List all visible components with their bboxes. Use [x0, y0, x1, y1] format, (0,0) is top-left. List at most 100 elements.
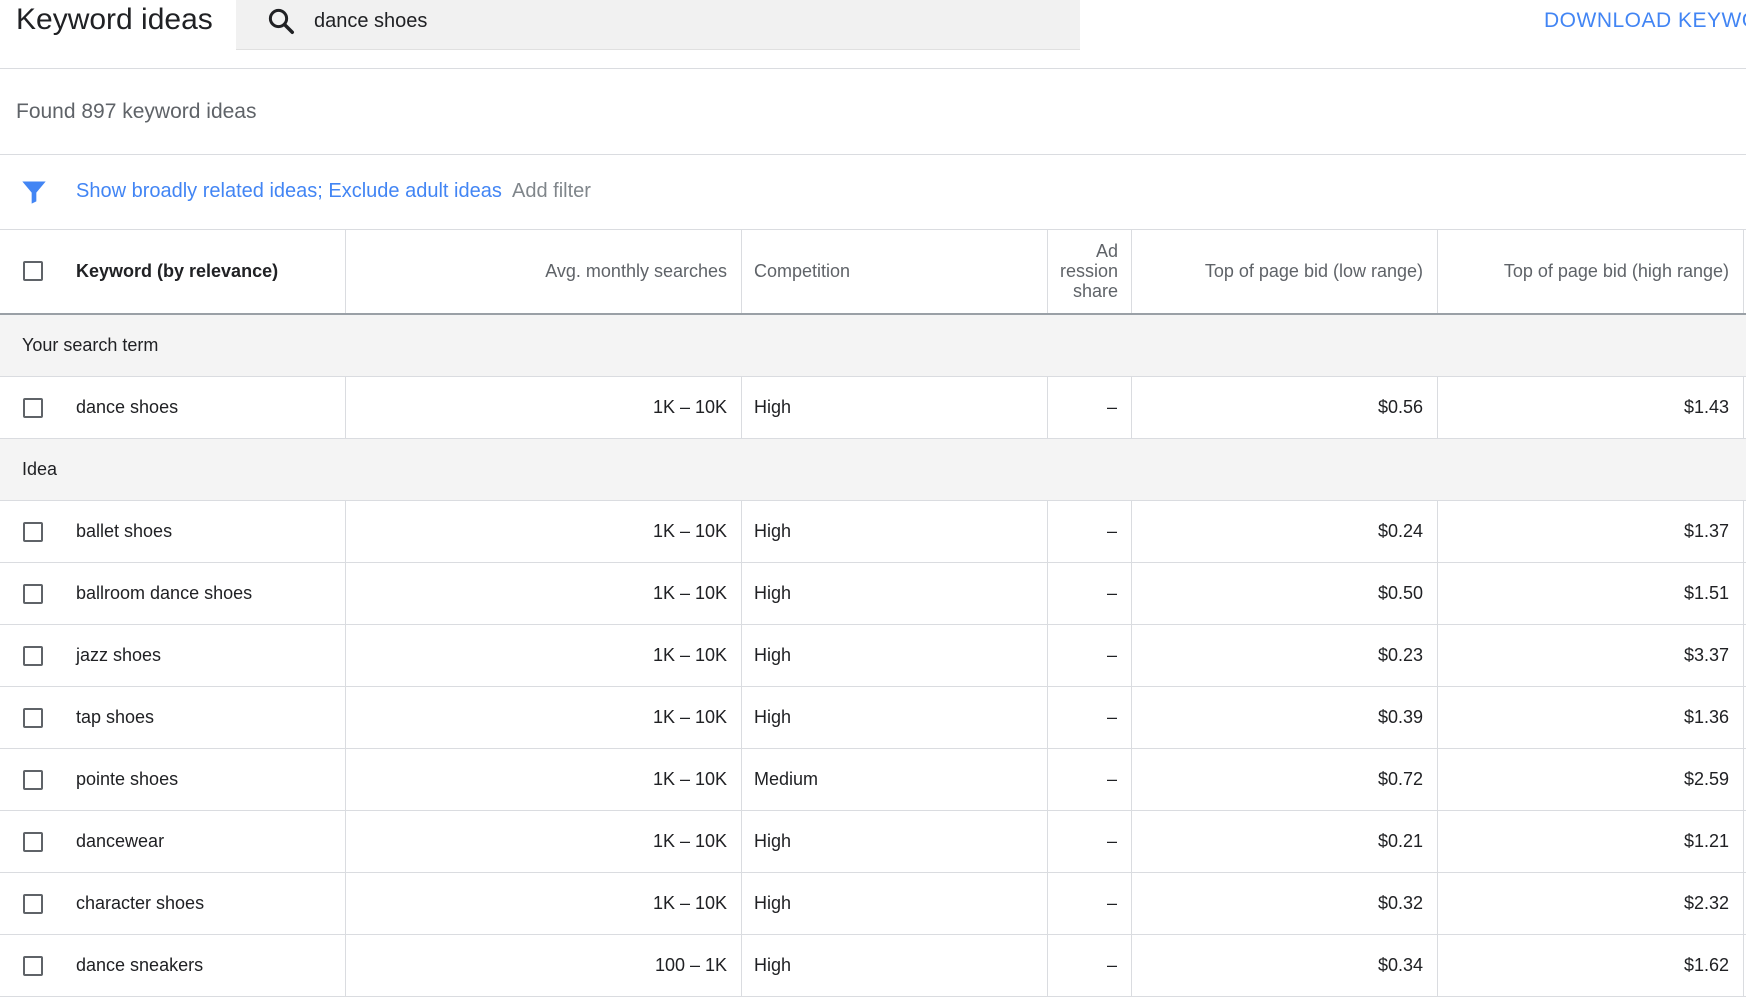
ad-impression-share-cell: –: [1047, 501, 1131, 562]
column-header-bid-low[interactable]: Top of page bid (low range): [1131, 229, 1437, 313]
bid-low-cell: $0.34: [1131, 935, 1437, 996]
column-header-ad-line-2: ression: [1059, 261, 1118, 281]
table-row[interactable]: pointe shoes 1K – 10K Medium – $0.72 $2.59: [0, 749, 1746, 811]
bid-high-cell: $3.37: [1437, 625, 1743, 686]
keyword-text: ballet shoes: [76, 521, 173, 541]
column-header-ad-line-3: share: [1072, 281, 1118, 301]
bid-high-cell: $1.21: [1437, 811, 1743, 872]
table-header: Keyword (by relevance) Avg. monthly sear…: [0, 229, 1746, 315]
column-header-keyword-label: Keyword (by relevance): [76, 260, 279, 281]
row-checkbox[interactable]: [23, 397, 43, 418]
ad-impression-share-cell: –: [1047, 377, 1131, 438]
ad-impression-share-cell: –: [1047, 935, 1131, 996]
row-checkbox[interactable]: [23, 645, 43, 666]
avg-monthly-searches-cell: 1K – 10K: [345, 563, 741, 624]
keyword-text: tap shoes: [76, 707, 155, 727]
keyword-cell: dance shoes: [0, 377, 345, 438]
competition-cell: High: [741, 687, 1047, 748]
competition-cell: High: [741, 563, 1047, 624]
row-checkbox[interactable]: [23, 955, 43, 976]
ad-impression-share-cell: –: [1047, 873, 1131, 934]
table-row[interactable]: ballet shoes 1K – 10K High – $0.24 $1.37: [0, 501, 1746, 563]
competition-cell: High: [741, 377, 1047, 438]
avg-monthly-searches-cell: 1K – 10K: [345, 687, 741, 748]
keyword-text: dancewear: [76, 831, 165, 851]
keyword-cell: character shoes: [0, 873, 345, 934]
search-box[interactable]: [236, 0, 1080, 50]
keyword-text: dance shoes: [76, 397, 179, 417]
column-header-bid-high[interactable]: Top of page bid (high range): [1437, 229, 1743, 313]
table-row[interactable]: tap shoes 1K – 10K High – $0.39 $1.36: [0, 687, 1746, 749]
bid-high-cell: $2.59: [1437, 749, 1743, 810]
table-row[interactable]: dance sneakers 100 – 1K High – $0.34 $1.62: [0, 935, 1746, 997]
row-checkbox[interactable]: [23, 769, 43, 790]
competition-cell: High: [741, 935, 1047, 996]
avg-monthly-searches-cell: 1K – 10K: [345, 377, 741, 438]
avg-monthly-searches-cell: 100 – 1K: [345, 935, 741, 996]
keyword-text: pointe shoes: [76, 769, 179, 789]
keyword-cell: dancewear: [0, 811, 345, 872]
competition-cell: High: [741, 873, 1047, 934]
avg-monthly-searches-cell: 1K – 10K: [345, 501, 741, 562]
group-label: Idea: [22, 459, 58, 479]
table-row[interactable]: character shoes 1K – 10K High – $0.32 $2.32: [0, 873, 1746, 935]
keyword-text: ballroom dance shoes: [76, 583, 253, 603]
ad-impression-share-cell: –: [1047, 749, 1131, 810]
avg-monthly-searches-cell: 1K – 10K: [345, 811, 741, 872]
bid-high-cell: $1.37: [1437, 501, 1743, 562]
row-checkbox[interactable]: [23, 521, 43, 542]
avg-monthly-searches-cell: 1K – 10K: [345, 625, 741, 686]
keyword-text: character shoes: [76, 893, 205, 913]
competition-cell: High: [741, 501, 1047, 562]
keyword-cell: jazz shoes: [0, 625, 345, 686]
search-icon[interactable]: [266, 6, 296, 36]
row-checkbox[interactable]: [23, 707, 43, 728]
group-header-row: Idea: [0, 439, 1746, 501]
table-row[interactable]: dance shoes 1K – 10K High – $0.56 $1.43: [0, 377, 1746, 439]
download-keywords-button[interactable]: DOWNLOAD KEYWO: [1544, 8, 1746, 34]
page-title: Keyword ideas: [16, 3, 213, 36]
table-row[interactable]: jazz shoes 1K – 10K High – $0.23 $3.37: [0, 625, 1746, 687]
row-checkbox[interactable]: [23, 893, 43, 914]
bid-high-cell: $2.32: [1437, 873, 1743, 934]
table-row[interactable]: dancewear 1K – 10K High – $0.21 $1.21: [0, 811, 1746, 873]
keyword-cell: tap shoes: [0, 687, 345, 748]
bid-low-cell: $0.32: [1131, 873, 1437, 934]
column-header-keyword[interactable]: Keyword (by relevance): [0, 229, 345, 313]
top-bar: Keyword ideas DOWNLOAD KEYWO: [0, 0, 1746, 68]
bid-low-cell: $0.72: [1131, 749, 1437, 810]
search-input[interactable]: [314, 6, 1034, 36]
avg-monthly-searches-cell: 1K – 10K: [345, 749, 741, 810]
keyword-cell: ballet shoes: [0, 501, 345, 562]
divider: [0, 154, 1746, 155]
active-filters-link[interactable]: Show broadly related ideas; Exclude adul…: [76, 177, 502, 205]
bid-low-cell: $0.21: [1131, 811, 1437, 872]
column-header-ad-impression-share[interactable]: Ad ression share: [1047, 229, 1131, 313]
competition-cell: Medium: [741, 749, 1047, 810]
ad-impression-share-cell: –: [1047, 625, 1131, 686]
results-count: Found 897 keyword ideas: [16, 100, 257, 123]
keyword-cell: ballroom dance shoes: [0, 563, 345, 624]
bid-high-cell: $1.62: [1437, 935, 1743, 996]
bid-low-cell: $0.50: [1131, 563, 1437, 624]
column-header-competition[interactable]: Competition: [741, 229, 1047, 313]
select-all-checkbox[interactable]: [23, 261, 43, 281]
keyword-text: jazz shoes: [76, 645, 162, 665]
add-filter-button[interactable]: Add filter: [512, 177, 591, 205]
ad-impression-share-cell: –: [1047, 563, 1131, 624]
avg-monthly-searches-cell: 1K – 10K: [345, 873, 741, 934]
competition-cell: High: [741, 811, 1047, 872]
row-checkbox[interactable]: [23, 831, 43, 852]
group-header-row: Your search term: [0, 315, 1746, 377]
bid-high-cell: $1.43: [1437, 377, 1743, 438]
column-header-ad-line-1: Ad: [1095, 241, 1118, 261]
ad-impression-share-cell: –: [1047, 687, 1131, 748]
row-checkbox[interactable]: [23, 583, 43, 604]
bid-high-cell: $1.36: [1437, 687, 1743, 748]
table-row[interactable]: ballroom dance shoes 1K – 10K High – $0.50 $1…: [0, 563, 1746, 625]
bid-low-cell: $0.56: [1131, 377, 1437, 438]
column-header-avg-monthly-searches[interactable]: Avg. monthly searches: [345, 229, 741, 313]
filter-icon[interactable]: [20, 178, 48, 206]
bid-high-cell: $1.51: [1437, 563, 1743, 624]
divider: [0, 68, 1746, 69]
